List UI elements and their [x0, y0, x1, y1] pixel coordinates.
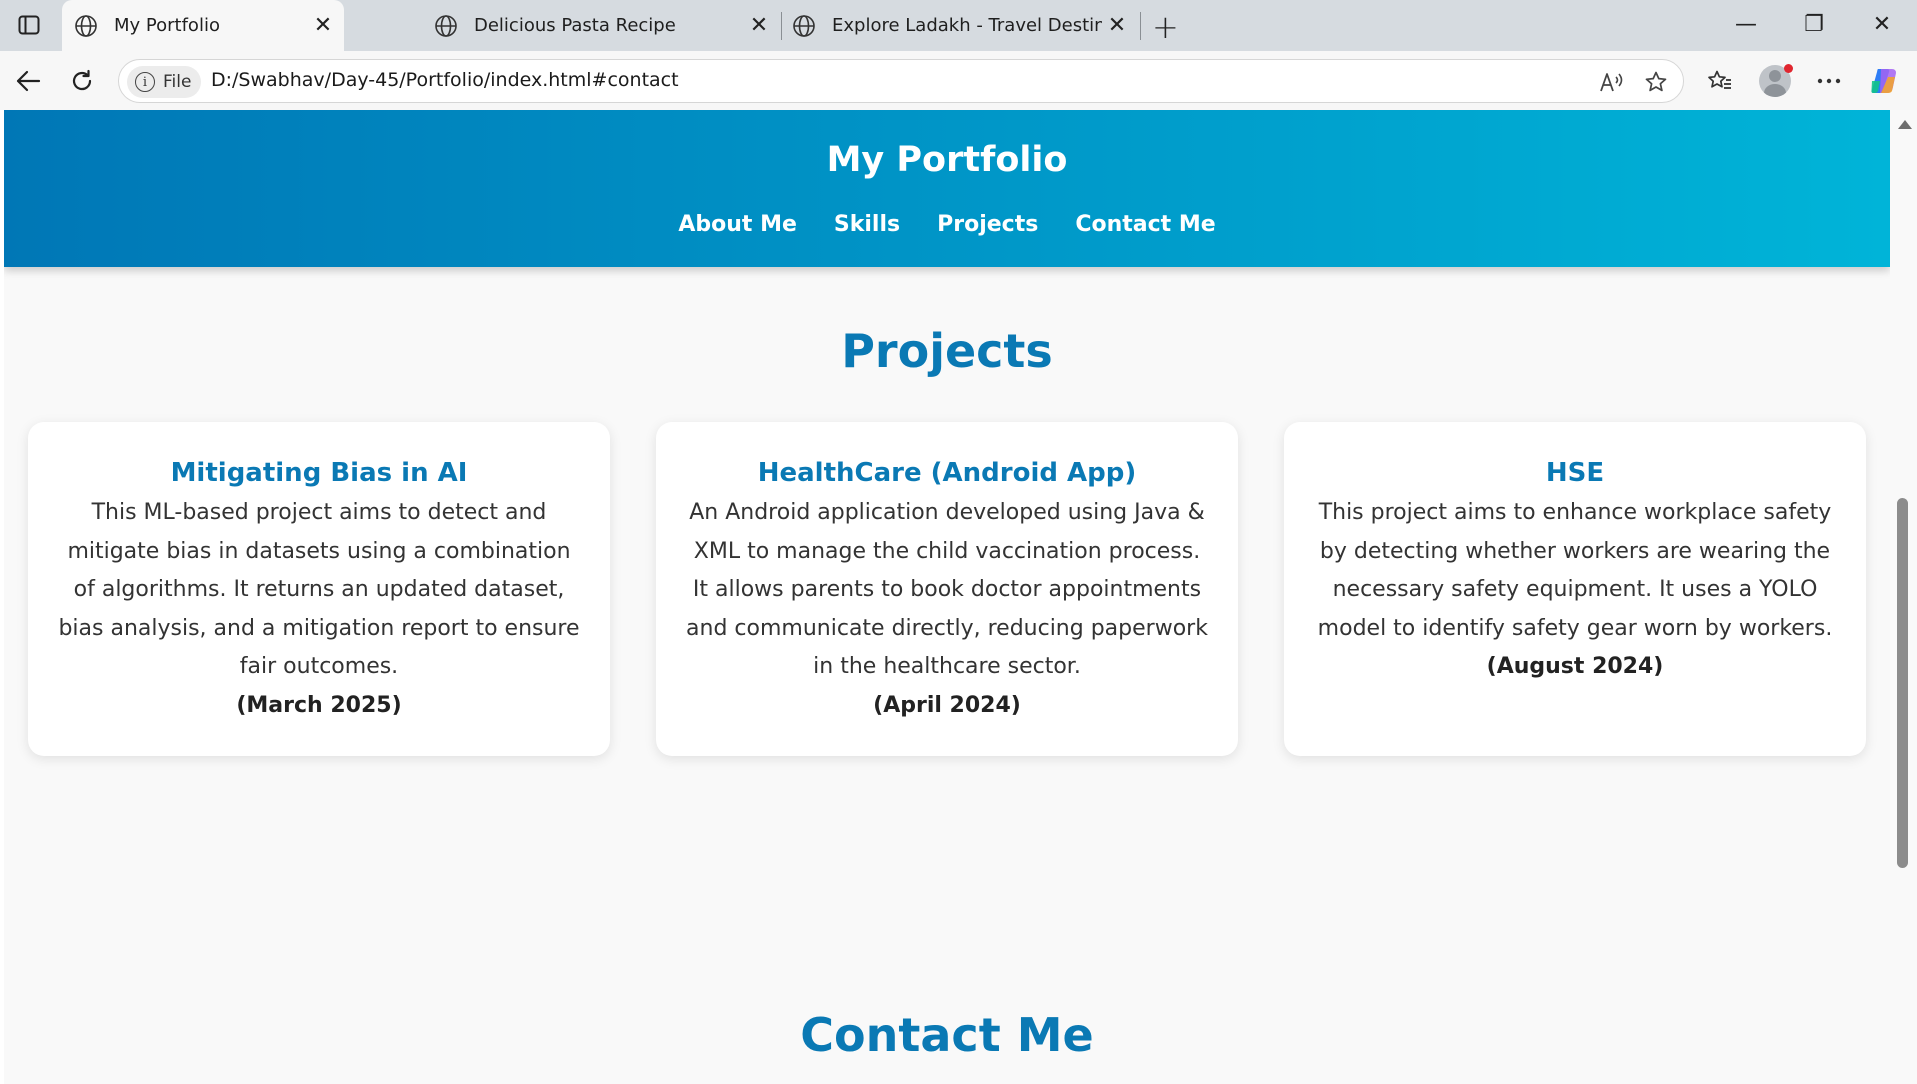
project-card: HSE This project aims to enhance workpla… [1284, 422, 1866, 756]
scheme-label: File [163, 72, 192, 92]
scroll-thumb[interactable] [1897, 498, 1908, 868]
project-card: HealthCare (Android App) An Android appl… [656, 422, 1238, 756]
project-title: HealthCare (Android App) [757, 458, 1137, 488]
tab-explore-ladakh[interactable]: Explore Ladakh - Travel Destinatio ✕ [780, 0, 1138, 51]
close-window-button[interactable]: ✕ [1862, 8, 1902, 42]
favorites-icon[interactable] [1702, 63, 1738, 99]
nav-link-skills[interactable]: Skills [834, 212, 900, 237]
project-title: Mitigating Bias in AI [170, 458, 468, 488]
tab-title: Delicious Pasta Recipe [474, 15, 676, 36]
tab-pasta-recipe[interactable]: Delicious Pasta Recipe ✕ [422, 0, 780, 51]
notification-dot [1784, 64, 1793, 73]
projects-heading: Projects [841, 324, 1053, 378]
tab-title: My Portfolio [114, 15, 220, 36]
page-viewport: My Portfolio About Me Skills Projects Co… [4, 110, 1890, 1084]
browser-toolbar: i File D:/Swabhav/Day-45/Portfolio/index… [0, 51, 1917, 110]
tab-actions-icon[interactable] [14, 11, 44, 39]
project-date: (March 2025) [236, 692, 402, 718]
scroll-up-arrow-icon[interactable] [1898, 120, 1912, 129]
url-text[interactable]: D:/Swabhav/Day-45/Portfolio/index.html#c… [211, 69, 679, 91]
project-date: (August 2024) [1486, 654, 1664, 679]
nav-link-projects[interactable]: Projects [937, 212, 1038, 237]
site-nav: About Me Skills Projects Contact Me [4, 212, 1890, 237]
read-aloud-icon[interactable] [1597, 67, 1627, 97]
nav-link-contact-me[interactable]: Contact Me [1075, 212, 1215, 237]
globe-icon [75, 14, 97, 37]
nav-link-about-me[interactable]: About Me [678, 212, 797, 237]
info-icon: i [135, 72, 155, 92]
minimize-button[interactable]: — [1726, 8, 1766, 42]
tab-my-portfolio[interactable]: My Portfolio ✕ [62, 0, 344, 51]
project-description: An Android application developed using J… [686, 500, 1208, 679]
copilot-icon[interactable] [1866, 63, 1902, 99]
more-icon[interactable] [1811, 63, 1847, 99]
site-title: My Portfolio [826, 140, 1068, 180]
globe-icon [793, 14, 815, 37]
project-description: This project aims to enhance workplace s… [1317, 500, 1833, 641]
tab-separator [1140, 12, 1141, 40]
page-scrollbar[interactable] [1890, 110, 1917, 1084]
project-card: Mitigating Bias in AI This ML-based proj… [28, 422, 610, 756]
tab-title: Explore Ladakh - Travel Destinatio [832, 15, 1102, 36]
tab-strip: My Portfolio ✕ Delicious Pasta Recipe ✕ … [0, 0, 1917, 51]
site-info-chip[interactable]: i File [127, 66, 202, 98]
close-tab-icon[interactable]: ✕ [744, 13, 774, 38]
project-title: HSE [1545, 458, 1605, 488]
project-description: This ML-based project aims to detect and… [58, 500, 580, 679]
refresh-icon[interactable] [64, 63, 100, 99]
close-tab-icon[interactable]: ✕ [308, 13, 338, 38]
restore-button[interactable]: ❐ [1794, 8, 1834, 42]
globe-icon [435, 14, 457, 37]
address-bar[interactable]: i File D:/Swabhav/Day-45/Portfolio/index… [118, 59, 1684, 103]
site-header: My Portfolio About Me Skills Projects Co… [4, 110, 1890, 267]
new-tab-button[interactable]: + [1152, 8, 1179, 46]
project-date: (April 2024) [873, 692, 1021, 718]
close-tab-icon[interactable]: ✕ [1102, 13, 1132, 38]
star-icon[interactable] [1641, 67, 1671, 97]
contact-heading: Contact Me [800, 1008, 1094, 1062]
back-arrow-icon[interactable] [10, 63, 46, 99]
